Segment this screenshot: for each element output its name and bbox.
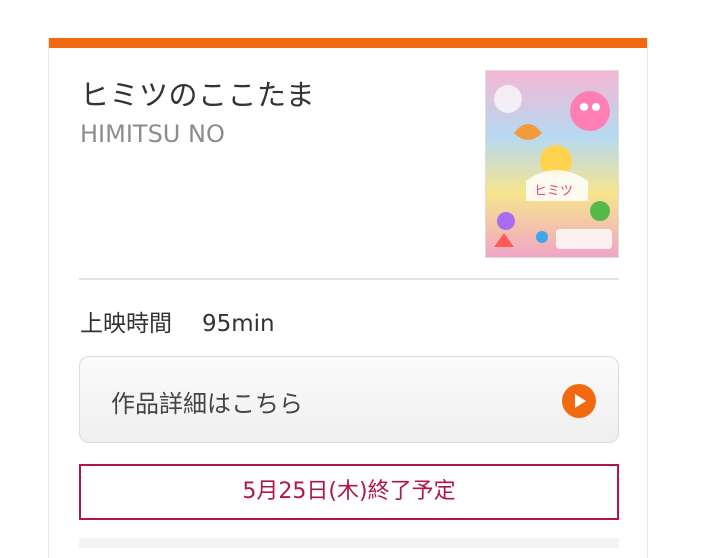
movie-details-label: 作品詳細はこちら <box>111 390 303 418</box>
movie-title-ja: ヒミツのここたま <box>80 78 316 112</box>
movie-details-button[interactable]: 作品詳細はこちら <box>79 356 619 443</box>
runtime-info: 上映時間 95min <box>80 304 275 338</box>
runtime-value: 95min <box>202 311 275 337</box>
poster-artwork: ヒミツ <box>486 71 618 257</box>
runtime-label: 上映時間 <box>80 311 172 337</box>
section-divider <box>79 278 619 280</box>
next-section-edge <box>79 538 619 548</box>
svg-text:ヒミツ: ヒミツ <box>534 184 573 199</box>
movie-card: ヒミツのここたま HIMITSU NO ヒミツ 上映時間 95min 作品詳細は… <box>48 38 648 558</box>
movie-poster-image[interactable]: ヒミツ <box>485 70 619 258</box>
card-accent-bar <box>49 38 647 48</box>
movie-title-en: HIMITSU NO <box>80 120 225 148</box>
play-arrow-icon <box>562 384 596 418</box>
screening-end-notice: 5月25日(木)終了予定 <box>79 464 619 520</box>
